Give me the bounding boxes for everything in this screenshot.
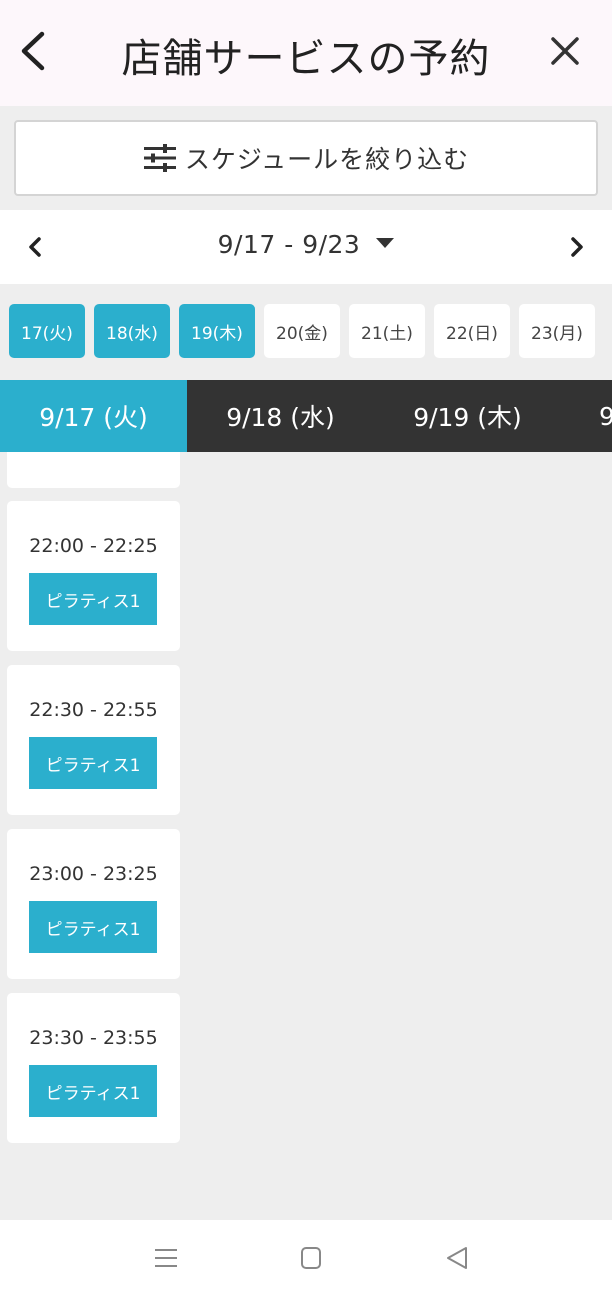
week-range-label: 9/17 - 9/23 <box>217 230 361 259</box>
date-tab-bar: 9/17 (火) 9/18 (水) 9/19 (木) 9 <box>0 380 612 452</box>
slot-card-partial <box>7 452 180 488</box>
slot-card: 22:30 - 22:55 ピラティス1 <box>7 665 180 815</box>
filter-schedule-label: スケジュールを絞り込む <box>184 145 470 174</box>
system-navigation-bar <box>0 1220 612 1296</box>
tab-9-18[interactable]: 9/18 (水) <box>187 380 374 452</box>
day-chip-19[interactable]: 19(木) <box>179 304 255 358</box>
day-chip-21[interactable]: 21(土) <box>349 304 425 358</box>
service-button[interactable]: ピラティス1 <box>29 573 157 625</box>
back-triangle-icon[interactable] <box>442 1244 472 1272</box>
close-icon[interactable] <box>546 32 584 70</box>
back-chevron-icon[interactable] <box>14 28 54 74</box>
filter-schedule-button[interactable]: スケジュールを絞り込む <box>14 120 598 196</box>
app-header: 店舗サービスの予約 <box>0 0 612 106</box>
slot-card: 22:00 - 22:25 ピラティス1 <box>7 501 180 651</box>
week-range-dropdown[interactable]: 9/17 - 9/23 <box>0 230 612 259</box>
tab-9-17[interactable]: 9/17 (火) <box>0 380 187 452</box>
home-square-icon[interactable] <box>296 1244 326 1272</box>
day-chip-20[interactable]: 20(金) <box>264 304 340 358</box>
sliders-icon <box>143 144 176 172</box>
next-week-chevron-icon[interactable] <box>566 234 588 260</box>
day-chip-17[interactable]: 17(火) <box>9 304 85 358</box>
slot-time: 22:30 - 22:55 <box>29 699 158 721</box>
time-slot-list[interactable]: 22:00 - 22:25 ピラティス1 22:30 - 22:55 ピラティス… <box>0 452 612 1220</box>
filter-section: スケジュールを絞り込む <box>0 106 612 210</box>
slot-time: 23:30 - 23:55 <box>29 1027 158 1049</box>
day-chip-22[interactable]: 22(日) <box>434 304 510 358</box>
slot-time: 22:00 - 22:25 <box>29 535 158 557</box>
day-chip-row: 17(火) 18(水) 19(木) 20(金) 21(土) 22(日) 23(月… <box>0 284 612 380</box>
week-navigation: 9/17 - 9/23 <box>0 210 612 284</box>
triangle-down-icon <box>376 238 395 248</box>
slot-card: 23:30 - 23:55 ピラティス1 <box>7 993 180 1143</box>
slot-card: 23:00 - 23:25 ピラティス1 <box>7 829 180 979</box>
service-button[interactable]: ピラティス1 <box>29 1065 157 1117</box>
day-chip-18[interactable]: 18(水) <box>94 304 170 358</box>
day-chip-23[interactable]: 23(月) <box>519 304 595 358</box>
slot-time: 23:00 - 23:25 <box>29 863 158 885</box>
service-button[interactable]: ピラティス1 <box>29 737 157 789</box>
page-title: 店舗サービスの予約 <box>121 36 491 82</box>
tab-9-19[interactable]: 9/19 (木) <box>374 380 561 452</box>
menu-icon[interactable] <box>151 1244 181 1272</box>
tab-9-20-partial[interactable]: 9 <box>561 380 612 452</box>
service-button[interactable]: ピラティス1 <box>29 901 157 953</box>
